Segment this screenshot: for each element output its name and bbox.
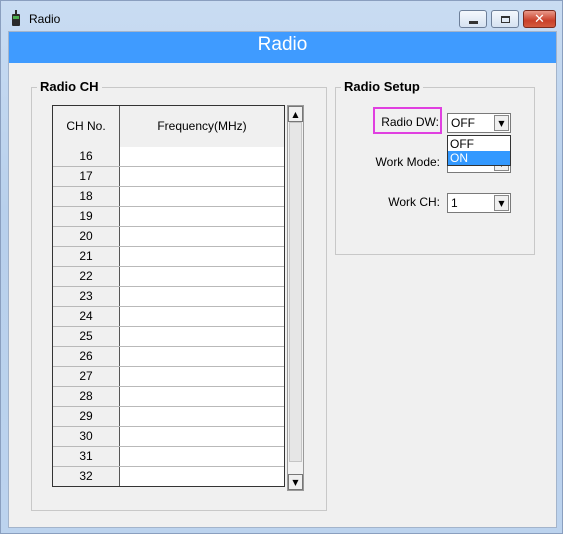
frequency-cell[interactable]: [120, 287, 284, 306]
frequency-cell[interactable]: [120, 387, 284, 406]
maximize-button[interactable]: [491, 10, 519, 28]
scroll-down-button[interactable]: ▼: [288, 474, 303, 490]
radio-dw-dropdown-list: OFF ON: [447, 135, 511, 166]
ch-no-cell: 31: [53, 447, 120, 466]
ch-no-cell: 32: [53, 467, 120, 486]
frequency-cell[interactable]: [120, 367, 284, 386]
radio-app-icon: [12, 10, 20, 26]
header-ch-no: CH No.: [53, 106, 120, 147]
scroll-thumb[interactable]: [289, 122, 302, 462]
ch-no-cell: 19: [53, 207, 120, 226]
table-row[interactable]: 26: [53, 347, 284, 367]
grid-scrollbar[interactable]: ▲ ▼: [287, 105, 304, 491]
table-row[interactable]: 20: [53, 227, 284, 247]
frequency-cell[interactable]: [120, 407, 284, 426]
table-row[interactable]: 16: [53, 147, 284, 167]
table-row[interactable]: 24: [53, 307, 284, 327]
frequency-cell[interactable]: [120, 307, 284, 326]
title-bar[interactable]: Radio ✕: [1, 1, 562, 31]
table-row[interactable]: 23: [53, 287, 284, 307]
minimize-icon: [468, 20, 478, 24]
frequency-cell[interactable]: [120, 447, 284, 466]
frequency-cell[interactable]: [120, 427, 284, 446]
table-row[interactable]: 22: [53, 267, 284, 287]
frequency-cell[interactable]: [120, 227, 284, 246]
minimize-button[interactable]: [459, 10, 487, 28]
work-mode-label: Work Mode:: [375, 155, 440, 169]
frequency-cell[interactable]: [120, 467, 284, 486]
radio-dw-value: OFF: [451, 116, 475, 130]
table-row[interactable]: 18: [53, 187, 284, 207]
frequency-cell[interactable]: [120, 167, 284, 186]
ch-no-cell: 21: [53, 247, 120, 266]
close-icon: ✕: [534, 11, 545, 27]
work-ch-dropdown-button[interactable]: ▼: [494, 195, 509, 211]
frequency-cell[interactable]: [120, 347, 284, 366]
ch-no-cell: 30: [53, 427, 120, 446]
table-row[interactable]: 21: [53, 247, 284, 267]
ch-no-cell: 28: [53, 387, 120, 406]
ch-no-cell: 17: [53, 167, 120, 186]
chevron-down-icon: ▼: [498, 118, 505, 128]
header-frequency: Frequency(MHz): [157, 119, 247, 133]
ch-no-cell: 29: [53, 407, 120, 426]
table-row[interactable]: 32: [53, 467, 284, 486]
table-row[interactable]: 19: [53, 207, 284, 227]
radio-dw-option-on[interactable]: ON: [448, 151, 510, 165]
banner-title: Radio: [9, 32, 556, 63]
radio-ch-group-title: Radio CH: [37, 79, 102, 94]
radio-window: Radio ✕ Radio Radio CH CH No. Frequency(…: [0, 0, 563, 534]
ch-no-cell: 20: [53, 227, 120, 246]
ch-no-cell: 27: [53, 367, 120, 386]
arrow-down-icon: ▼: [292, 477, 299, 487]
close-button[interactable]: ✕: [523, 10, 556, 28]
radio-dw-label: Radio DW:: [381, 115, 439, 129]
ch-no-cell: 18: [53, 187, 120, 206]
frequency-cell[interactable]: [120, 247, 284, 266]
frequency-cell[interactable]: [120, 187, 284, 206]
table-row[interactable]: 28: [53, 387, 284, 407]
grid-header: CH No. Frequency(MHz): [53, 106, 284, 148]
table-row[interactable]: 29: [53, 407, 284, 427]
ch-no-cell: 22: [53, 267, 120, 286]
work-ch-value: 1: [451, 196, 458, 210]
chevron-down-icon: ▼: [498, 198, 505, 208]
channel-grid: CH No. Frequency(MHz) 16 17 18 19 20 21 22 23 24…: [52, 105, 285, 487]
table-row[interactable]: 25: [53, 327, 284, 347]
radio-dw-option-off[interactable]: OFF: [448, 137, 510, 151]
table-row[interactable]: 27: [53, 367, 284, 387]
ch-no-cell: 24: [53, 307, 120, 326]
ch-no-cell: 23: [53, 287, 120, 306]
window-title: Radio: [29, 12, 61, 26]
table-row[interactable]: 30: [53, 427, 284, 447]
arrow-up-icon: ▲: [292, 109, 299, 119]
radio-setup-group-title: Radio Setup: [341, 79, 423, 94]
ch-no-cell: 25: [53, 327, 120, 346]
work-ch-label: Work CH:: [388, 195, 440, 209]
table-row[interactable]: 31: [53, 447, 284, 467]
ch-no-cell: 26: [53, 347, 120, 366]
work-ch-select[interactable]: 1 ▼: [447, 193, 511, 213]
radio-dw-dropdown-button[interactable]: ▼: [494, 115, 509, 131]
frequency-cell[interactable]: [120, 327, 284, 346]
frequency-cell[interactable]: [120, 207, 284, 226]
frequency-cell[interactable]: [120, 267, 284, 286]
frequency-cell[interactable]: [120, 147, 284, 166]
radio-dw-select[interactable]: OFF ▼: [447, 113, 511, 133]
table-row[interactable]: 17: [53, 167, 284, 187]
scroll-up-button[interactable]: ▲: [288, 106, 303, 122]
maximize-icon: [500, 15, 510, 23]
ch-no-cell: 16: [53, 147, 120, 166]
